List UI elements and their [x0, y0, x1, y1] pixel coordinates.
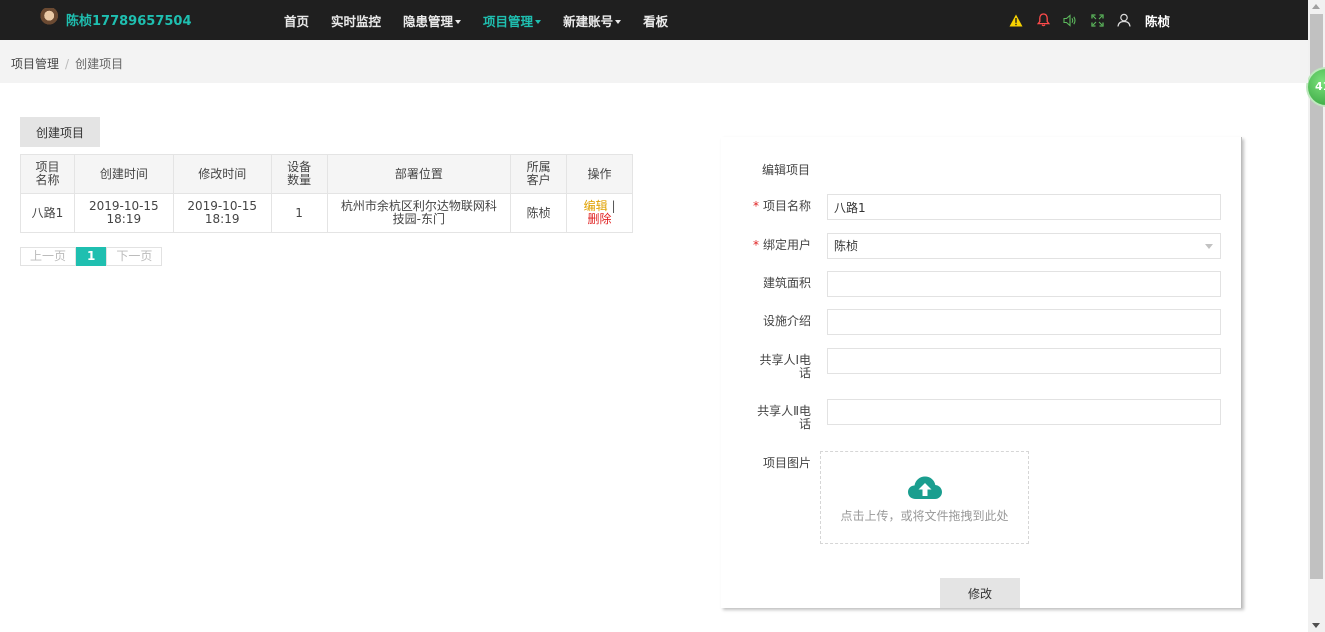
required-mark: *	[752, 199, 759, 213]
col-header-created-time: 创建时间	[73, 154, 174, 194]
col-header-device-count-text: 设备 数量	[287, 160, 312, 187]
user-icon[interactable]	[1116, 12, 1132, 28]
bind-user-select[interactable]: 陈桢	[827, 233, 1221, 259]
col-header-project-name-text: 项目 名称	[35, 160, 60, 187]
project-name-label: * 项目名称	[721, 200, 811, 213]
cloud-upload-icon	[821, 475, 1028, 504]
scroll-up-arrow-icon[interactable]	[1312, 4, 1320, 9]
breadcrumb-bar: 项目管理 / 创建项目	[0, 40, 1308, 83]
cell-location: 杭州市余杭区利尔达物联网科 技园-东门	[326, 193, 512, 233]
nav-project-management-label: 项目管理	[483, 13, 534, 29]
volume-icon[interactable]	[1062, 12, 1078, 28]
cell-client: 陈桢	[510, 193, 568, 233]
col-header-location: 部署位置	[326, 154, 512, 194]
col-header-actions: 操作	[566, 154, 633, 194]
breadcrumb: 项目管理 / 创建项目	[11, 55, 123, 72]
breadcrumb-current: 创建项目	[75, 57, 124, 71]
building-area-input[interactable]	[827, 271, 1221, 297]
nav-hazard-management-label: 隐患管理	[403, 13, 454, 29]
nav-hazard-management[interactable]: 隐患管理	[403, 11, 462, 30]
brand[interactable]: 陈桢17789657504	[36, 8, 192, 30]
nav-dashboard-label: 看板	[643, 13, 669, 29]
col-header-created-time-text: 创建时间	[99, 166, 148, 181]
cell-device-count: 1	[270, 193, 328, 233]
project-image-label: 项目图片	[762, 456, 811, 470]
brand-title: 陈桢17789657504	[66, 13, 192, 29]
image-upload-dropzone[interactable]: 点击上传，或将文件拖拽到此处	[820, 451, 1029, 544]
page-number-current[interactable]: 1	[76, 247, 107, 266]
edit-link[interactable]: 编辑	[584, 199, 608, 213]
col-header-actions-text: 操作	[587, 166, 612, 181]
cell-modified-time: 2019-10-15 18:19	[172, 193, 272, 233]
top-navbar: 陈桢17789657504 首页 实时监控 隐患管理 项目管理 新建账号 看板 …	[0, 0, 1308, 40]
modify-submit-button[interactable]: 修改	[940, 578, 1020, 608]
nav-dashboard[interactable]: 看板	[643, 11, 668, 30]
project-table: 项目 名称 创建时间 修改时间 设备 数量 部署位置 所属 客户 操作 八路1 …	[20, 154, 633, 233]
nav-realtime-monitor[interactable]: 实时监控	[331, 11, 381, 30]
cell-actions: 编辑 | 删除	[566, 193, 633, 233]
nav-realtime-monitor-label: 实时监控	[331, 13, 382, 29]
breadcrumb-parent[interactable]: 项目管理	[11, 57, 59, 71]
facility-intro-input[interactable]	[827, 309, 1221, 335]
cell-project-name: 八路1	[20, 193, 75, 233]
nav-home[interactable]: 首页	[284, 11, 309, 30]
caret-down-icon	[455, 20, 462, 24]
col-header-modified-time: 修改时间	[172, 154, 272, 194]
caret-down-icon	[615, 20, 622, 24]
upload-hint-text: 点击上传，或将文件拖拽到此处	[840, 509, 1009, 523]
nav-home-label: 首页	[284, 13, 310, 29]
cell-created-time: 2019-10-15 18:19	[73, 193, 174, 233]
col-header-modified-time-text: 修改时间	[198, 166, 247, 181]
nav-new-account-label: 新建账号	[563, 13, 614, 29]
header-tools: 陈桢	[1008, 0, 1170, 40]
sharer-1-phone-label: 共享人Ⅰ电 话	[759, 353, 811, 380]
project-name-input[interactable]	[827, 194, 1221, 220]
bind-user-label: * 绑定用户	[721, 239, 811, 252]
project-name-label-text: 项目名称	[762, 199, 811, 213]
table-header-row: 项目 名称 创建时间 修改时间 设备 数量 部署位置 所属 客户 操作	[20, 154, 633, 194]
pagination: 上一页 1 下一页	[20, 247, 163, 266]
col-header-client-text: 所属 客户	[526, 160, 551, 187]
col-header-project-name: 项目 名称	[20, 154, 75, 194]
breadcrumb-separator: /	[65, 57, 70, 71]
bell-icon[interactable]	[1035, 12, 1051, 28]
chevron-down-icon	[1205, 244, 1213, 249]
table-row: 八路1 2019-10-15 18:19 2019-10-15 18:19 1 …	[20, 193, 633, 233]
scroll-down-arrow-icon[interactable]	[1312, 623, 1320, 628]
main-nav: 首页 实时监控 隐患管理 项目管理 新建账号 看板	[284, 0, 690, 40]
action-separator: |	[611, 199, 616, 213]
facility-intro-label: 设施介绍	[762, 314, 811, 328]
col-header-device-count: 设备 数量	[270, 154, 328, 194]
current-user-name[interactable]: 陈桢	[1145, 11, 1170, 30]
sharer-2-phone-label: 共享人Ⅱ电 话	[757, 404, 811, 431]
delete-link[interactable]: 删除	[588, 212, 612, 226]
brand-logo	[36, 8, 58, 30]
warning-icon[interactable]	[1008, 12, 1024, 28]
nav-new-account[interactable]: 新建账号	[563, 11, 622, 30]
edit-project-panel: 编辑项目 *项目名称 *绑定用户 陈桢 建筑面积 设施介绍 共享人Ⅰ电 话 共享…	[721, 137, 1242, 608]
col-header-client: 所属 客户	[510, 154, 568, 194]
fullscreen-icon[interactable]	[1089, 12, 1105, 28]
prev-page-button[interactable]: 上一页	[20, 247, 77, 266]
next-page-button[interactable]: 下一页	[106, 247, 163, 266]
col-header-location-text: 部署位置	[394, 166, 443, 181]
building-area-label: 建筑面积	[762, 276, 811, 290]
bind-user-selected-value: 陈桢	[834, 239, 859, 253]
bind-user-label-text: 绑定用户	[762, 238, 811, 252]
sharer-1-phone-input[interactable]	[827, 348, 1221, 374]
sharer-2-phone-input[interactable]	[827, 399, 1221, 425]
required-mark: *	[752, 238, 759, 252]
panel-title: 编辑项目	[762, 163, 811, 177]
caret-down-icon	[535, 20, 542, 24]
nav-project-management[interactable]: 项目管理	[483, 11, 542, 30]
create-project-button[interactable]: 创建项目	[20, 117, 100, 147]
